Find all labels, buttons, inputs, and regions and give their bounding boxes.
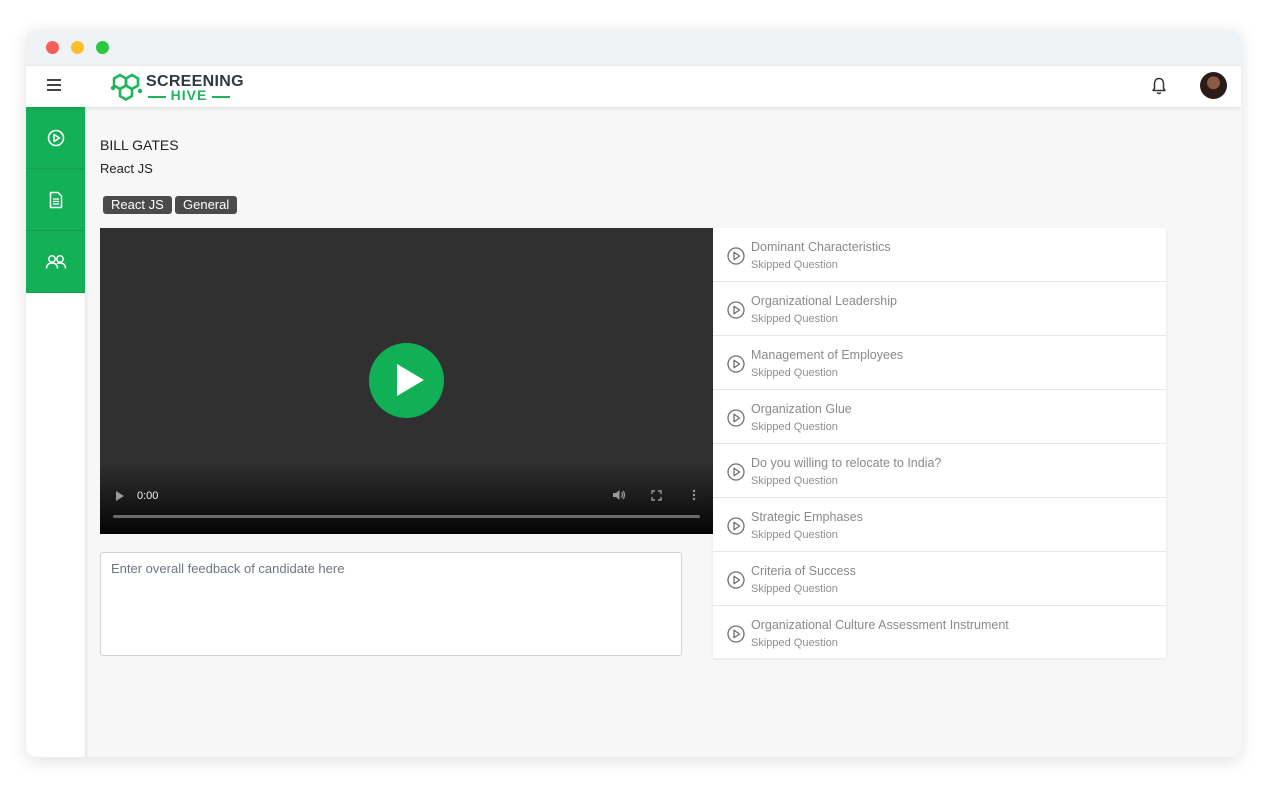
question-status: Skipped Question — [751, 367, 838, 379]
sidebar-item-documents[interactable] — [26, 169, 85, 231]
question-item[interactable]: Dominant Characteristics Skipped Questio… — [713, 228, 1166, 282]
question-title: Do you willing to relocate to India? — [751, 456, 942, 470]
question-item[interactable]: Management of Employees Skipped Question — [713, 336, 1166, 390]
video-progress-bar[interactable] — [113, 515, 700, 518]
play-circle-icon — [727, 247, 745, 265]
question-item[interactable]: Organizational Culture Assessment Instru… — [713, 606, 1166, 658]
feedback-input[interactable] — [100, 552, 682, 656]
play-icon[interactable] — [116, 491, 124, 501]
question-item[interactable]: Strategic Emphases Skipped Question — [713, 498, 1166, 552]
question-status: Skipped Question — [751, 475, 838, 487]
question-status: Skipped Question — [751, 529, 838, 541]
question-title: Organizational Leadership — [751, 294, 897, 308]
close-window-button[interactable] — [46, 41, 59, 54]
question-item[interactable]: Do you willing to relocate to India? Ski… — [713, 444, 1166, 498]
play-circle-icon — [727, 571, 745, 589]
play-circle-icon — [727, 409, 745, 427]
play-button[interactable] — [369, 343, 444, 418]
question-title: Organization Glue — [751, 402, 852, 416]
sidebar-item-videos[interactable] — [26, 107, 85, 169]
candidate-name: BILL GATES — [100, 137, 179, 153]
question-title: Criteria of Success — [751, 564, 856, 578]
user-avatar[interactable] — [1200, 72, 1227, 99]
minimize-window-button[interactable] — [71, 41, 84, 54]
question-status: Skipped Question — [751, 637, 838, 649]
bell-icon[interactable] — [1150, 76, 1168, 96]
question-status: Skipped Question — [751, 583, 838, 595]
video-time: 0:00 — [137, 490, 159, 502]
candidate-role: React JS — [100, 161, 153, 176]
question-title: Strategic Emphases — [751, 510, 863, 524]
video-player[interactable]: 0:00 — [100, 228, 713, 534]
tag-badge: React JS — [103, 196, 172, 214]
document-icon — [49, 191, 62, 208]
play-circle-icon — [727, 463, 745, 481]
question-title: Organizational Culture Assessment Instru… — [751, 618, 1009, 632]
play-circle-icon — [727, 625, 745, 643]
users-icon — [45, 254, 66, 269]
question-list: Dominant Characteristics Skipped Questio… — [713, 228, 1166, 658]
main-content: BILL GATES React JS React JS General 0:0… — [85, 107, 1241, 757]
app-header: SCREENING HIVE — [26, 66, 1241, 107]
question-status: Skipped Question — [751, 259, 838, 271]
play-circle-icon — [47, 129, 64, 146]
hamburger-icon[interactable] — [47, 79, 61, 93]
question-item[interactable]: Organization Glue Skipped Question — [713, 390, 1166, 444]
sidebar-item-candidates[interactable] — [26, 231, 85, 293]
app-window: SCREENING HIVE BILL GATES React JS React… — [26, 30, 1241, 757]
question-title: Management of Employees — [751, 348, 904, 362]
question-title: Dominant Characteristics — [751, 240, 891, 254]
play-circle-icon — [727, 301, 745, 319]
question-status: Skipped Question — [751, 313, 838, 325]
play-circle-icon — [727, 355, 745, 373]
maximize-window-button[interactable] — [96, 41, 109, 54]
logo-text-bottom: HIVE — [146, 87, 232, 103]
play-circle-icon — [727, 517, 745, 535]
screening-hive-logo[interactable]: SCREENING HIVE — [110, 71, 244, 103]
tag-badge: General — [175, 196, 238, 214]
hive-logo-icon — [110, 73, 143, 102]
question-status: Skipped Question — [751, 421, 838, 433]
window-titlebar — [26, 30, 1241, 66]
volume-icon[interactable] — [612, 489, 626, 501]
sidebar — [26, 107, 85, 757]
question-item[interactable]: Criteria of Success Skipped Question — [713, 552, 1166, 606]
fullscreen-icon[interactable] — [651, 490, 662, 501]
question-item[interactable]: Organizational Leadership Skipped Questi… — [713, 282, 1166, 336]
more-options-icon[interactable] — [692, 489, 696, 501]
